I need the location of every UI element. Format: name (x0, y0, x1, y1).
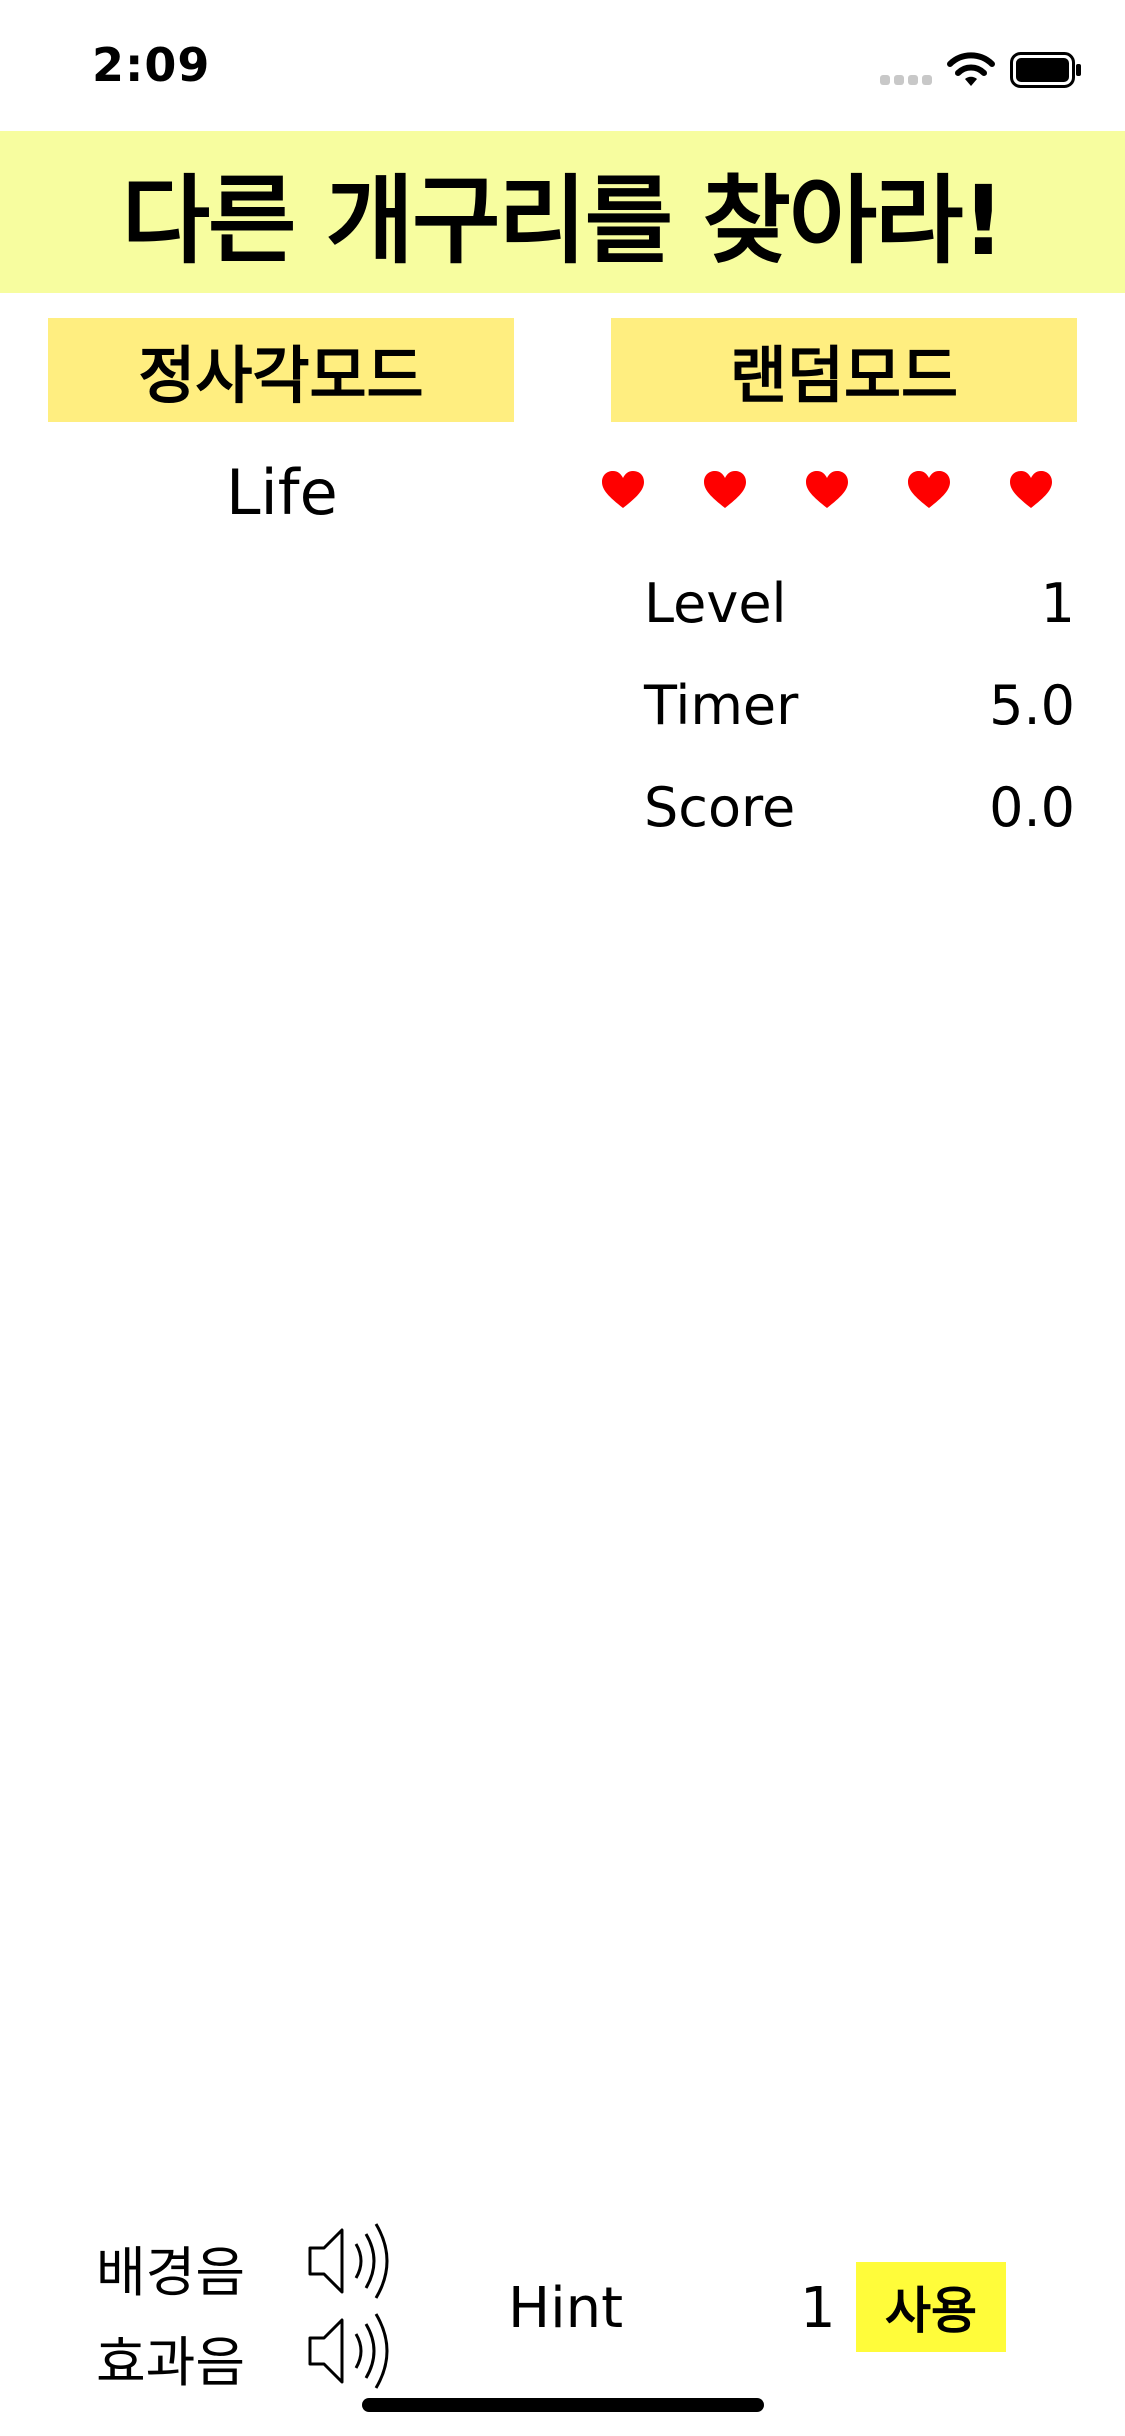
cellular-signal-icon (880, 70, 936, 89)
bgm-speaker-icon[interactable] (306, 2220, 390, 2302)
score-label: Score (644, 776, 796, 839)
heart-icon (602, 471, 644, 508)
hint-label: Hint (508, 2276, 624, 2341)
heart-icon (908, 471, 950, 508)
wifi-icon (947, 52, 995, 86)
level-label: Level (644, 572, 787, 635)
timer-value: 5.0 (989, 674, 1075, 737)
score-value: 0.0 (989, 776, 1075, 839)
heart-icon (806, 471, 848, 508)
level-value: 1 (1040, 572, 1075, 635)
heart-icon (1010, 471, 1052, 508)
bgm-label: 배경음 (96, 2241, 246, 2304)
hint-use-button[interactable]: 사용 (856, 2262, 1006, 2352)
page-title: 다른 개구리를 찾아라! (121, 164, 1006, 277)
hint-count: 1 (800, 2276, 836, 2341)
timer-label: Timer (644, 674, 799, 737)
random-mode-button[interactable]: 랜덤모드 (611, 318, 1077, 422)
title-banner: 다른 개구리를 찾아라! (0, 131, 1125, 293)
battery-icon (1010, 52, 1081, 88)
life-label: Life (226, 456, 338, 529)
sfx-label: 효과음 (96, 2331, 246, 2394)
home-indicator[interactable] (362, 2398, 764, 2412)
sfx-speaker-icon[interactable] (306, 2310, 390, 2392)
status-time: 2:09 (92, 38, 211, 92)
square-mode-button[interactable]: 정사각모드 (48, 318, 514, 422)
heart-icon (704, 471, 746, 508)
